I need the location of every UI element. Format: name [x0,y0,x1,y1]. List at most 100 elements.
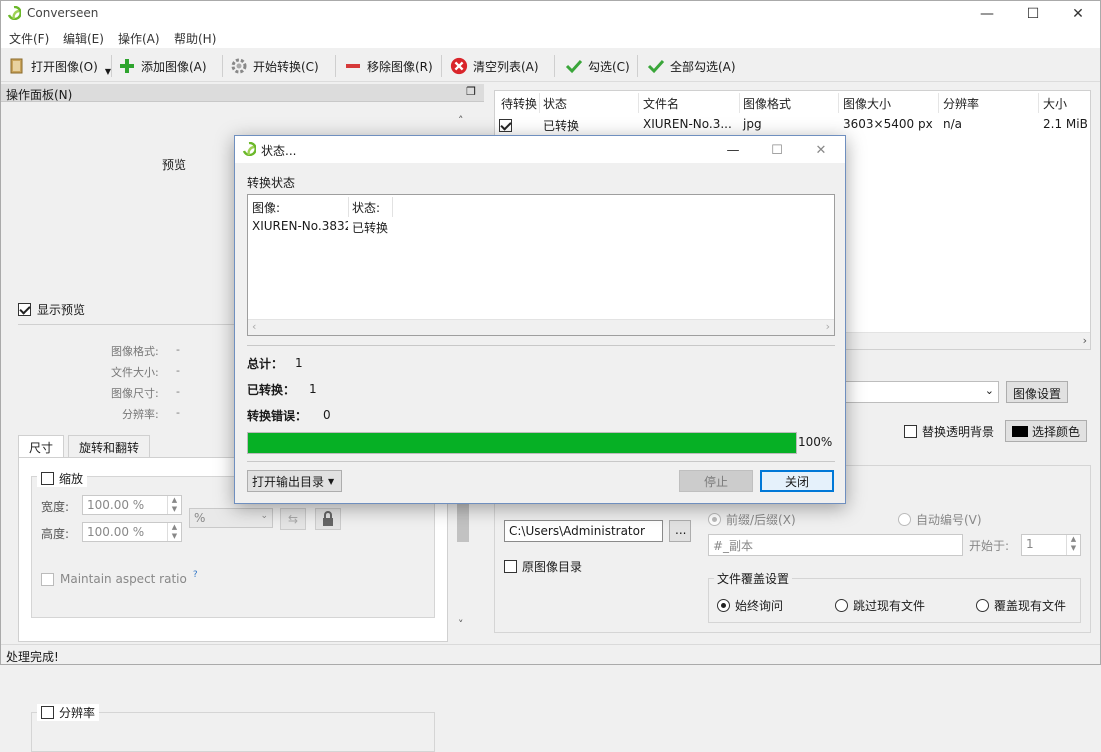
scroll-right-icon[interactable]: › [1083,334,1087,347]
dialog-close-x-button[interactable]: ✕ [801,138,841,162]
original-dir-checkbox[interactable]: 原图像目录 [504,558,582,575]
always-ask-radio[interactable]: 始终询问 [717,597,783,614]
check-button[interactable]: 勾选(C) [565,54,630,78]
open-output-dir-label: 打开输出目录 [252,474,325,489]
close-window-button[interactable]: ✕ [1055,0,1101,28]
format-select[interactable]: ⌄ [845,381,999,403]
menu-bar: 文件(F) 编辑(E) 操作(A) 帮助(H) [0,28,1101,48]
total-value: 1 [295,356,303,370]
resolution-info-value: - [176,406,180,419]
open-images-button[interactable]: 打开图像(O) ▼ [8,54,111,78]
converted-value: 1 [309,382,317,396]
unit-select[interactable]: % ⌄ [189,508,273,528]
scroll-up-icon[interactable]: ˄ [458,114,464,127]
float-panel-icon[interactable]: ❐ [466,85,476,98]
always-ask-radio-icon[interactable] [717,599,730,612]
menu-file[interactable]: 文件(F) [9,30,49,47]
menu-help[interactable]: 帮助(H) [174,30,216,47]
col-to-convert[interactable]: 待转换 [501,95,537,112]
resolution-checkbox[interactable]: 分辨率 [37,704,100,721]
start-at-value: 1 [1026,537,1034,551]
menu-actions[interactable]: 操作(A) [118,30,160,47]
image-format-value: - [176,343,180,356]
remove-images-button[interactable]: 移除图像(R) [344,54,433,78]
scroll-right-icon[interactable]: › [826,320,830,333]
skip-existing-radio-icon[interactable] [835,599,848,612]
replace-transparent-checkbox[interactable]: 替换透明背景 [904,423,994,440]
add-images-button[interactable]: 添加图像(A) [118,54,207,78]
tab-rotate-flip[interactable]: 旋转和翻转 [68,435,151,457]
scale-checkbox[interactable]: 缩放 [37,470,88,487]
toolbar-separator [441,55,442,77]
col-resolution[interactable]: 分辨率 [943,95,979,112]
remove-images-label: 移除图像(R) [367,59,433,74]
output-path-input[interactable]: C:\Users\Administrator [504,520,663,542]
toolbar-separator [222,55,223,77]
clear-list-button[interactable]: 清空列表(A) [450,54,539,78]
close-button[interactable]: 关闭 [760,470,834,492]
col-separator [348,197,349,217]
scroll-left-icon[interactable]: ‹ [252,320,256,333]
list-hscrollbar[interactable]: ‹ › [248,319,834,335]
auto-number-label: 自动编号(V) [916,513,982,527]
maintain-aspect-help-link[interactable]: ? [193,570,198,580]
scroll-thumb[interactable] [457,500,469,542]
col-separator [392,197,393,217]
scale-check-icon[interactable] [41,472,54,485]
replace-transparent-check-icon[interactable] [904,425,917,438]
overwrite-existing-radio[interactable]: 覆盖现有文件 [976,597,1066,614]
start-at-spinner-icon[interactable]: ▲ ▼ [1066,535,1080,555]
resolution-check-icon[interactable] [41,706,54,719]
stop-button[interactable]: 停止 [679,470,753,492]
scroll-down-icon[interactable]: ˅ [458,618,464,631]
check-all-label: 全部勾选(A) [670,59,736,74]
width-spinner-icon[interactable]: ▲ ▼ [167,496,181,514]
browse-button[interactable]: ... [669,520,691,542]
col-image-format[interactable]: 图像格式 [743,95,791,112]
dialog-maximize-button[interactable]: ☐ [757,138,797,162]
original-dir-check-icon[interactable] [504,560,517,573]
lock-aspect-button[interactable] [315,508,341,530]
suffix-input[interactable]: #_副本 [708,534,963,556]
maintain-aspect-check-icon[interactable] [41,572,54,586]
col-size[interactable]: 大小 [1043,95,1067,112]
col-image-size[interactable]: 图像大小 [843,95,891,112]
choose-color-button[interactable]: 选择颜色 [1005,420,1088,442]
auto-number-radio[interactable]: 自动编号(V) [898,511,982,528]
swap-icon: ⇆ [287,512,299,526]
errors-label: 转换错误： [247,409,308,423]
prefix-suffix-radio[interactable]: 前缀/后缀(X) [708,511,796,528]
start-conversion-button[interactable]: 开始转换(C) [230,54,319,78]
row-filename: XIUREN-No.3... [643,117,732,131]
overwrite-existing-radio-icon[interactable] [976,599,989,612]
col-status[interactable]: 状态 [543,95,567,112]
skip-existing-radio[interactable]: 跳过现有文件 [835,597,925,614]
height-input[interactable]: 100.00 % ▲ ▼ [82,522,182,542]
show-preview-check-icon[interactable] [18,303,31,316]
maintain-aspect-checkbox[interactable]: Maintain aspect ratio ? [41,570,198,586]
show-preview-checkbox[interactable]: 显示预览 [18,301,85,318]
row-checkbox[interactable] [499,119,512,132]
height-spinner-icon[interactable]: ▲ ▼ [167,523,181,541]
width-input[interactable]: 100.00 % ▲ ▼ [82,495,182,515]
toolbar-separator [637,55,638,77]
open-output-dir-button[interactable]: 打开输出目录 ▼ [247,470,342,492]
col-filename[interactable]: 文件名 [643,95,679,112]
maximize-button[interactable]: ☐ [1010,0,1056,28]
prefix-suffix-radio-icon[interactable] [708,513,721,526]
add-icon [118,57,136,75]
dialog-minimize-button[interactable]: — [713,138,753,162]
swap-dimensions-button[interactable]: ⇆ [280,508,306,530]
checkmark-icon [565,57,583,75]
auto-number-radio-icon[interactable] [898,513,911,526]
table-row[interactable]: 已转换 XIUREN-No.3... jpg 3603×5400 px n/a … [495,115,1090,135]
list-item[interactable]: XIUREN-No.3832 已转换 [248,218,834,236]
toolbar-separator [111,55,112,77]
operations-panel-title: 操作面板(N) [6,88,73,102]
minimize-button[interactable]: — [964,0,1010,28]
tab-size[interactable]: 尺寸 [18,435,65,457]
image-settings-button[interactable]: 图像设置 [1006,381,1069,403]
start-at-input[interactable]: 1 ▲ ▼ [1021,534,1081,556]
menu-edit[interactable]: 编辑(E) [63,30,104,47]
check-all-button[interactable]: 全部勾选(A) [647,54,736,78]
